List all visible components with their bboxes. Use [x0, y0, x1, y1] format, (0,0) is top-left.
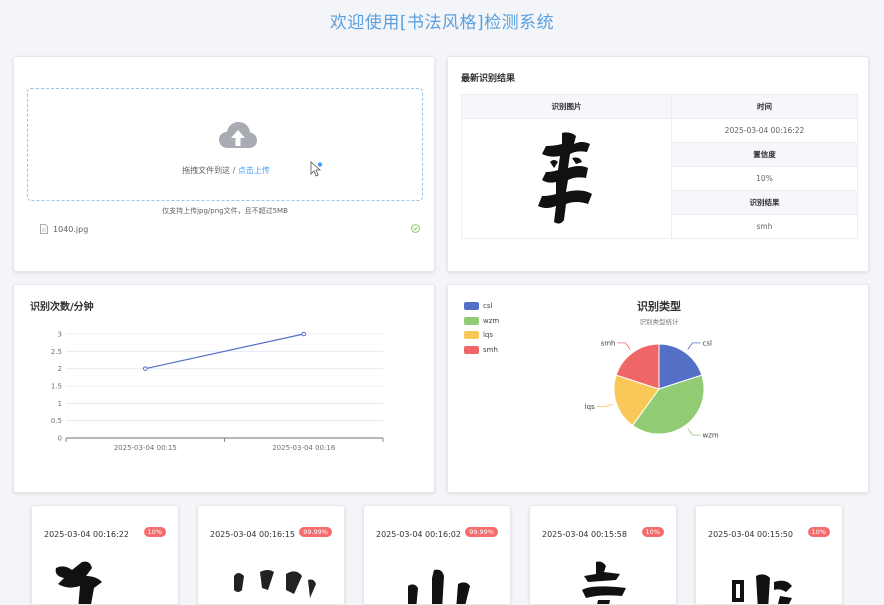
pie-label-line — [687, 342, 701, 350]
confidence-badge: 10% — [807, 527, 830, 537]
confidence-value: 10% — [671, 166, 858, 191]
history-card[interactable]: 2025-03-04 00:16:15 99.99% — [197, 505, 345, 605]
pie-label: lqs — [585, 403, 595, 411]
history-time: 2025-03-04 00:16:02 — [376, 530, 461, 539]
data-point — [142, 366, 148, 371]
result-header: 识别结果 — [671, 190, 858, 215]
line-chart: 0 0.5 1 1.5 2 2.5 3 2025-03-04 00:15 2025-03-04 … — [51, 331, 384, 452]
y-tick-label: 3 — [58, 331, 62, 339]
upload-click-link[interactable]: 点击上传 — [238, 166, 270, 175]
pointer-cursor-icon — [310, 161, 323, 177]
y-tick-label: 2 — [58, 365, 62, 373]
uploaded-file-item[interactable]: 1040.jpg — [40, 222, 420, 236]
cloud-upload-icon — [219, 122, 257, 148]
page-title: 欢迎使用[书法风格]检测系统 — [329, 13, 555, 33]
data-point — [301, 331, 307, 337]
history-image — [55, 561, 102, 604]
y-tick-label: 0 — [58, 435, 62, 443]
image-header: 识别图片 — [461, 94, 672, 119]
history-time: 2025-03-04 00:16:15 — [210, 530, 295, 539]
upload-card: 拖拽文件到这 / 点击上传 仅支持上传jpg/png文件，且不超过5MB 104… — [13, 56, 435, 272]
y-tick-label: 0.5 — [51, 417, 62, 425]
confidence-badge: 99.99% — [465, 527, 498, 537]
line-chart-card: 识别次数/分钟 0 0.5 1 1.5 2 2.5 3 2025-03-04 00:15 202… — [13, 284, 435, 493]
latest-result-card: 最新识别结果 识别图片 时间 2025-03-04 00:16:22 置信度 1… — [447, 56, 869, 272]
history-card[interactable]: 2025-03-04 00:15:58 10% — [529, 505, 677, 605]
upload-instruction: 拖拽文件到这 / 点击上传 — [28, 165, 424, 176]
history-time: 2025-03-04 00:16:22 — [44, 530, 129, 539]
confidence-badge: 10% — [641, 527, 664, 537]
y-tick-label: 1 — [58, 400, 62, 408]
time-header: 时间 — [671, 94, 858, 119]
y-tick-label: 2.5 — [51, 348, 62, 356]
pie-label-line — [687, 428, 701, 436]
latest-result-title: 最新识别结果 — [461, 74, 516, 84]
time-value: 2025-03-04 00:16:22 — [671, 118, 858, 143]
calligraphy-image — [537, 131, 592, 224]
history-image — [582, 561, 626, 604]
pie-label: smh — [601, 339, 616, 347]
pie-label-line — [596, 403, 613, 408]
upload-tip: 仅支持上传jpg/png文件，且不超过5MB — [162, 207, 288, 215]
y-tick-label: 1.5 — [51, 383, 62, 391]
document-icon — [40, 224, 48, 234]
history-image — [408, 569, 470, 604]
confidence-badge: 99.99% — [299, 527, 332, 537]
pie-chart: csl wzm lqs smh — [585, 339, 719, 440]
history-time: 2025-03-04 00:15:50 — [708, 530, 793, 539]
history-image — [732, 574, 792, 604]
result-value: smh — [671, 214, 858, 239]
history-card[interactable]: 2025-03-04 00:16:22 10% — [31, 505, 179, 605]
result-image-cell — [461, 118, 672, 239]
x-tick-label: 2025-03-04 00:15 — [114, 444, 177, 452]
result-table: 识别图片 时间 2025-03-04 00:16:22 置信度 10% 识别结果… — [461, 94, 858, 239]
history-card[interactable]: 2025-03-04 00:15:50 10% — [695, 505, 843, 605]
history-image — [234, 570, 316, 598]
pie-label: csl — [703, 339, 712, 347]
file-name: 1040.jpg — [53, 224, 89, 234]
history-time: 2025-03-04 00:15:58 — [542, 530, 627, 539]
upload-dropzone[interactable]: 拖拽文件到这 / 点击上传 — [27, 88, 423, 201]
pie-label: wzm — [703, 432, 719, 440]
pie-label-line — [617, 342, 631, 350]
confidence-header: 置信度 — [671, 142, 858, 167]
check-circle-icon — [411, 224, 420, 233]
upload-drag-text: 拖拽文件到这 / — [182, 166, 238, 175]
pie-chart-card: 识别类型 识别类型统计 csl wzm lqs smh csl wzm lqs smh — [447, 284, 869, 493]
x-tick-label: 2025-03-04 00:16 — [272, 444, 336, 452]
history-card[interactable]: 2025-03-04 00:16:02 99.99% — [363, 505, 511, 605]
confidence-badge: 10% — [143, 527, 166, 537]
